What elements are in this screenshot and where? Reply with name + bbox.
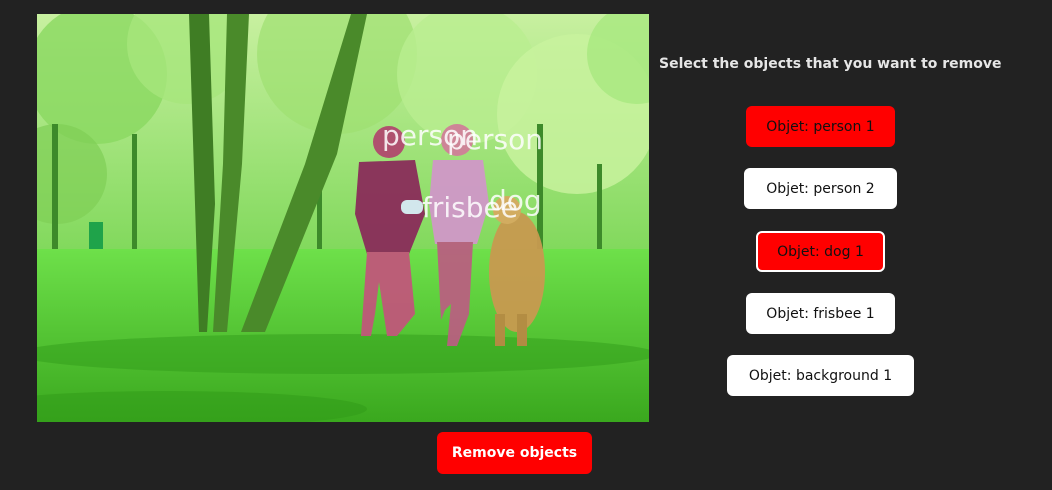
dog-mask-label: dog: [489, 184, 542, 217]
object-button-frisbee-1[interactable]: Objet: frisbee 1: [746, 293, 895, 334]
instructions-text: Select the objects that you want to remo…: [659, 56, 1002, 72]
object-button-person-1[interactable]: Objet: person 1: [746, 106, 895, 147]
object-button-background-1[interactable]: Objet: background 1: [727, 355, 914, 396]
person-2-mask-label: person: [447, 123, 543, 156]
segmentation-preview-image: person person frisbee dog: [37, 14, 649, 422]
object-button-dog-1[interactable]: Objet: dog 1: [756, 231, 885, 272]
park-scene-illustration: [37, 14, 649, 422]
object-button-person-2[interactable]: Objet: person 2: [744, 168, 897, 209]
remove-objects-button[interactable]: Remove objects: [437, 432, 592, 474]
